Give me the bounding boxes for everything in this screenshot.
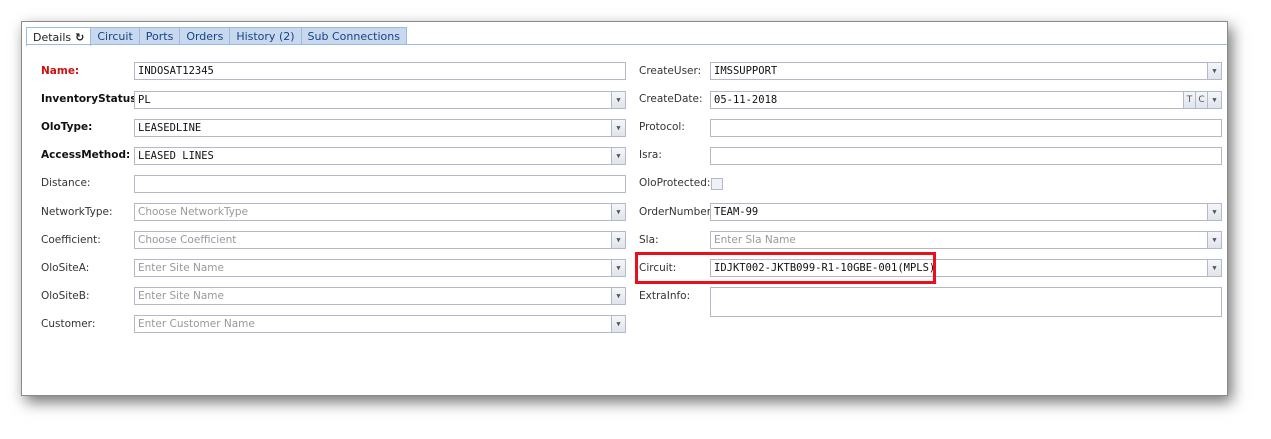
- olo-site-a-label: OloSiteA:: [41, 262, 90, 274]
- distance-field[interactable]: [134, 175, 626, 193]
- details-form: Name: INDOSAT12345 InventoryStatus: PL ▼ …: [22, 22, 1227, 395]
- extra-info-textarea[interactable]: [710, 287, 1222, 317]
- protocol-field[interactable]: [710, 119, 1222, 137]
- chevron-down-icon[interactable]: ▼: [611, 260, 625, 276]
- name-label: Name:: [41, 65, 80, 77]
- olo-type-label: OloType:: [41, 121, 93, 133]
- olo-site-b-select[interactable]: Enter Site Name ▼: [134, 287, 626, 305]
- chevron-down-icon[interactable]: ▼: [1207, 92, 1221, 108]
- olo-site-a-select[interactable]: Enter Site Name ▼: [134, 259, 626, 277]
- protocol-label: Protocol:: [639, 121, 685, 133]
- isra-label: Isra:: [639, 149, 662, 161]
- olo-site-a-placeholder: Enter Site Name: [138, 262, 224, 274]
- create-user-select[interactable]: IMSSUPPORT ▼: [710, 62, 1222, 80]
- inventory-status-label: InventoryStatus:: [41, 93, 141, 105]
- chevron-down-icon[interactable]: ▼: [611, 288, 625, 304]
- inventory-status-select[interactable]: PL ▼: [134, 91, 626, 109]
- create-date-label: CreateDate:: [639, 93, 703, 105]
- today-button[interactable]: T: [1183, 92, 1195, 108]
- chevron-down-icon[interactable]: ▼: [611, 148, 625, 164]
- olo-protected-checkbox[interactable]: [711, 178, 723, 190]
- chevron-down-icon[interactable]: ▼: [611, 92, 625, 108]
- sla-select[interactable]: Enter Sla Name ▼: [710, 231, 1222, 249]
- chevron-down-icon[interactable]: ▼: [1207, 63, 1221, 79]
- extra-info-label: ExtraInfo:: [639, 290, 691, 302]
- customer-placeholder: Enter Customer Name: [138, 318, 255, 330]
- distance-label: Distance:: [41, 177, 91, 189]
- access-method-value: LEASED LINES: [138, 150, 214, 162]
- network-type-select[interactable]: Choose NetworkType ▼: [134, 203, 626, 221]
- sla-placeholder: Enter Sla Name: [714, 234, 796, 246]
- order-number-value: TEAM-99: [714, 206, 759, 218]
- order-number-label: OrderNumber:: [639, 206, 715, 218]
- chevron-down-icon[interactable]: ▼: [1207, 204, 1221, 220]
- olo-site-b-label: OloSiteB:: [41, 290, 90, 302]
- create-user-label: CreateUser:: [639, 65, 702, 77]
- customer-label: Customer:: [41, 318, 96, 330]
- order-number-select[interactable]: TEAM-99 ▼: [710, 203, 1222, 221]
- network-type-label: NetworkType:: [41, 206, 113, 218]
- coefficient-select[interactable]: Choose Coefficient ▼: [134, 231, 626, 249]
- chevron-down-icon[interactable]: ▼: [611, 120, 625, 136]
- customer-select[interactable]: Enter Customer Name ▼: [134, 315, 626, 333]
- connection-details-window: Details ↻ Circuit Ports Orders History (…: [21, 21, 1228, 396]
- chevron-down-icon[interactable]: ▼: [611, 316, 625, 332]
- clear-date-button[interactable]: C: [1195, 92, 1207, 108]
- chevron-down-icon[interactable]: ▼: [611, 204, 625, 220]
- access-method-label: AccessMethod:: [41, 149, 131, 161]
- coefficient-label: Coefficient:: [41, 234, 101, 246]
- olo-protected-label: OloProtected:: [639, 177, 711, 189]
- sla-label: Sla:: [639, 234, 659, 246]
- chevron-down-icon[interactable]: ▼: [1207, 232, 1221, 248]
- olo-type-select[interactable]: LEASEDLINE ▼: [134, 119, 626, 137]
- name-value: INDOSAT12345: [138, 65, 214, 77]
- create-user-value: IMSSUPPORT: [714, 65, 778, 77]
- chevron-down-icon[interactable]: ▼: [611, 232, 625, 248]
- coefficient-placeholder: Choose Coefficient: [138, 234, 237, 246]
- olo-site-b-placeholder: Enter Site Name: [138, 290, 224, 302]
- chevron-down-icon[interactable]: ▼: [1207, 260, 1221, 276]
- create-date-field[interactable]: 05-11-2018 T C ▼: [710, 91, 1222, 109]
- inventory-status-value: PL: [138, 94, 151, 106]
- access-method-select[interactable]: LEASED LINES ▼: [134, 147, 626, 165]
- name-field[interactable]: INDOSAT12345: [134, 62, 626, 80]
- olo-type-value: LEASEDLINE: [138, 122, 202, 134]
- circuit-highlight-box: [635, 252, 936, 284]
- create-date-value: 05-11-2018: [714, 94, 778, 106]
- network-type-placeholder: Choose NetworkType: [138, 206, 249, 218]
- isra-field[interactable]: [710, 147, 1222, 165]
